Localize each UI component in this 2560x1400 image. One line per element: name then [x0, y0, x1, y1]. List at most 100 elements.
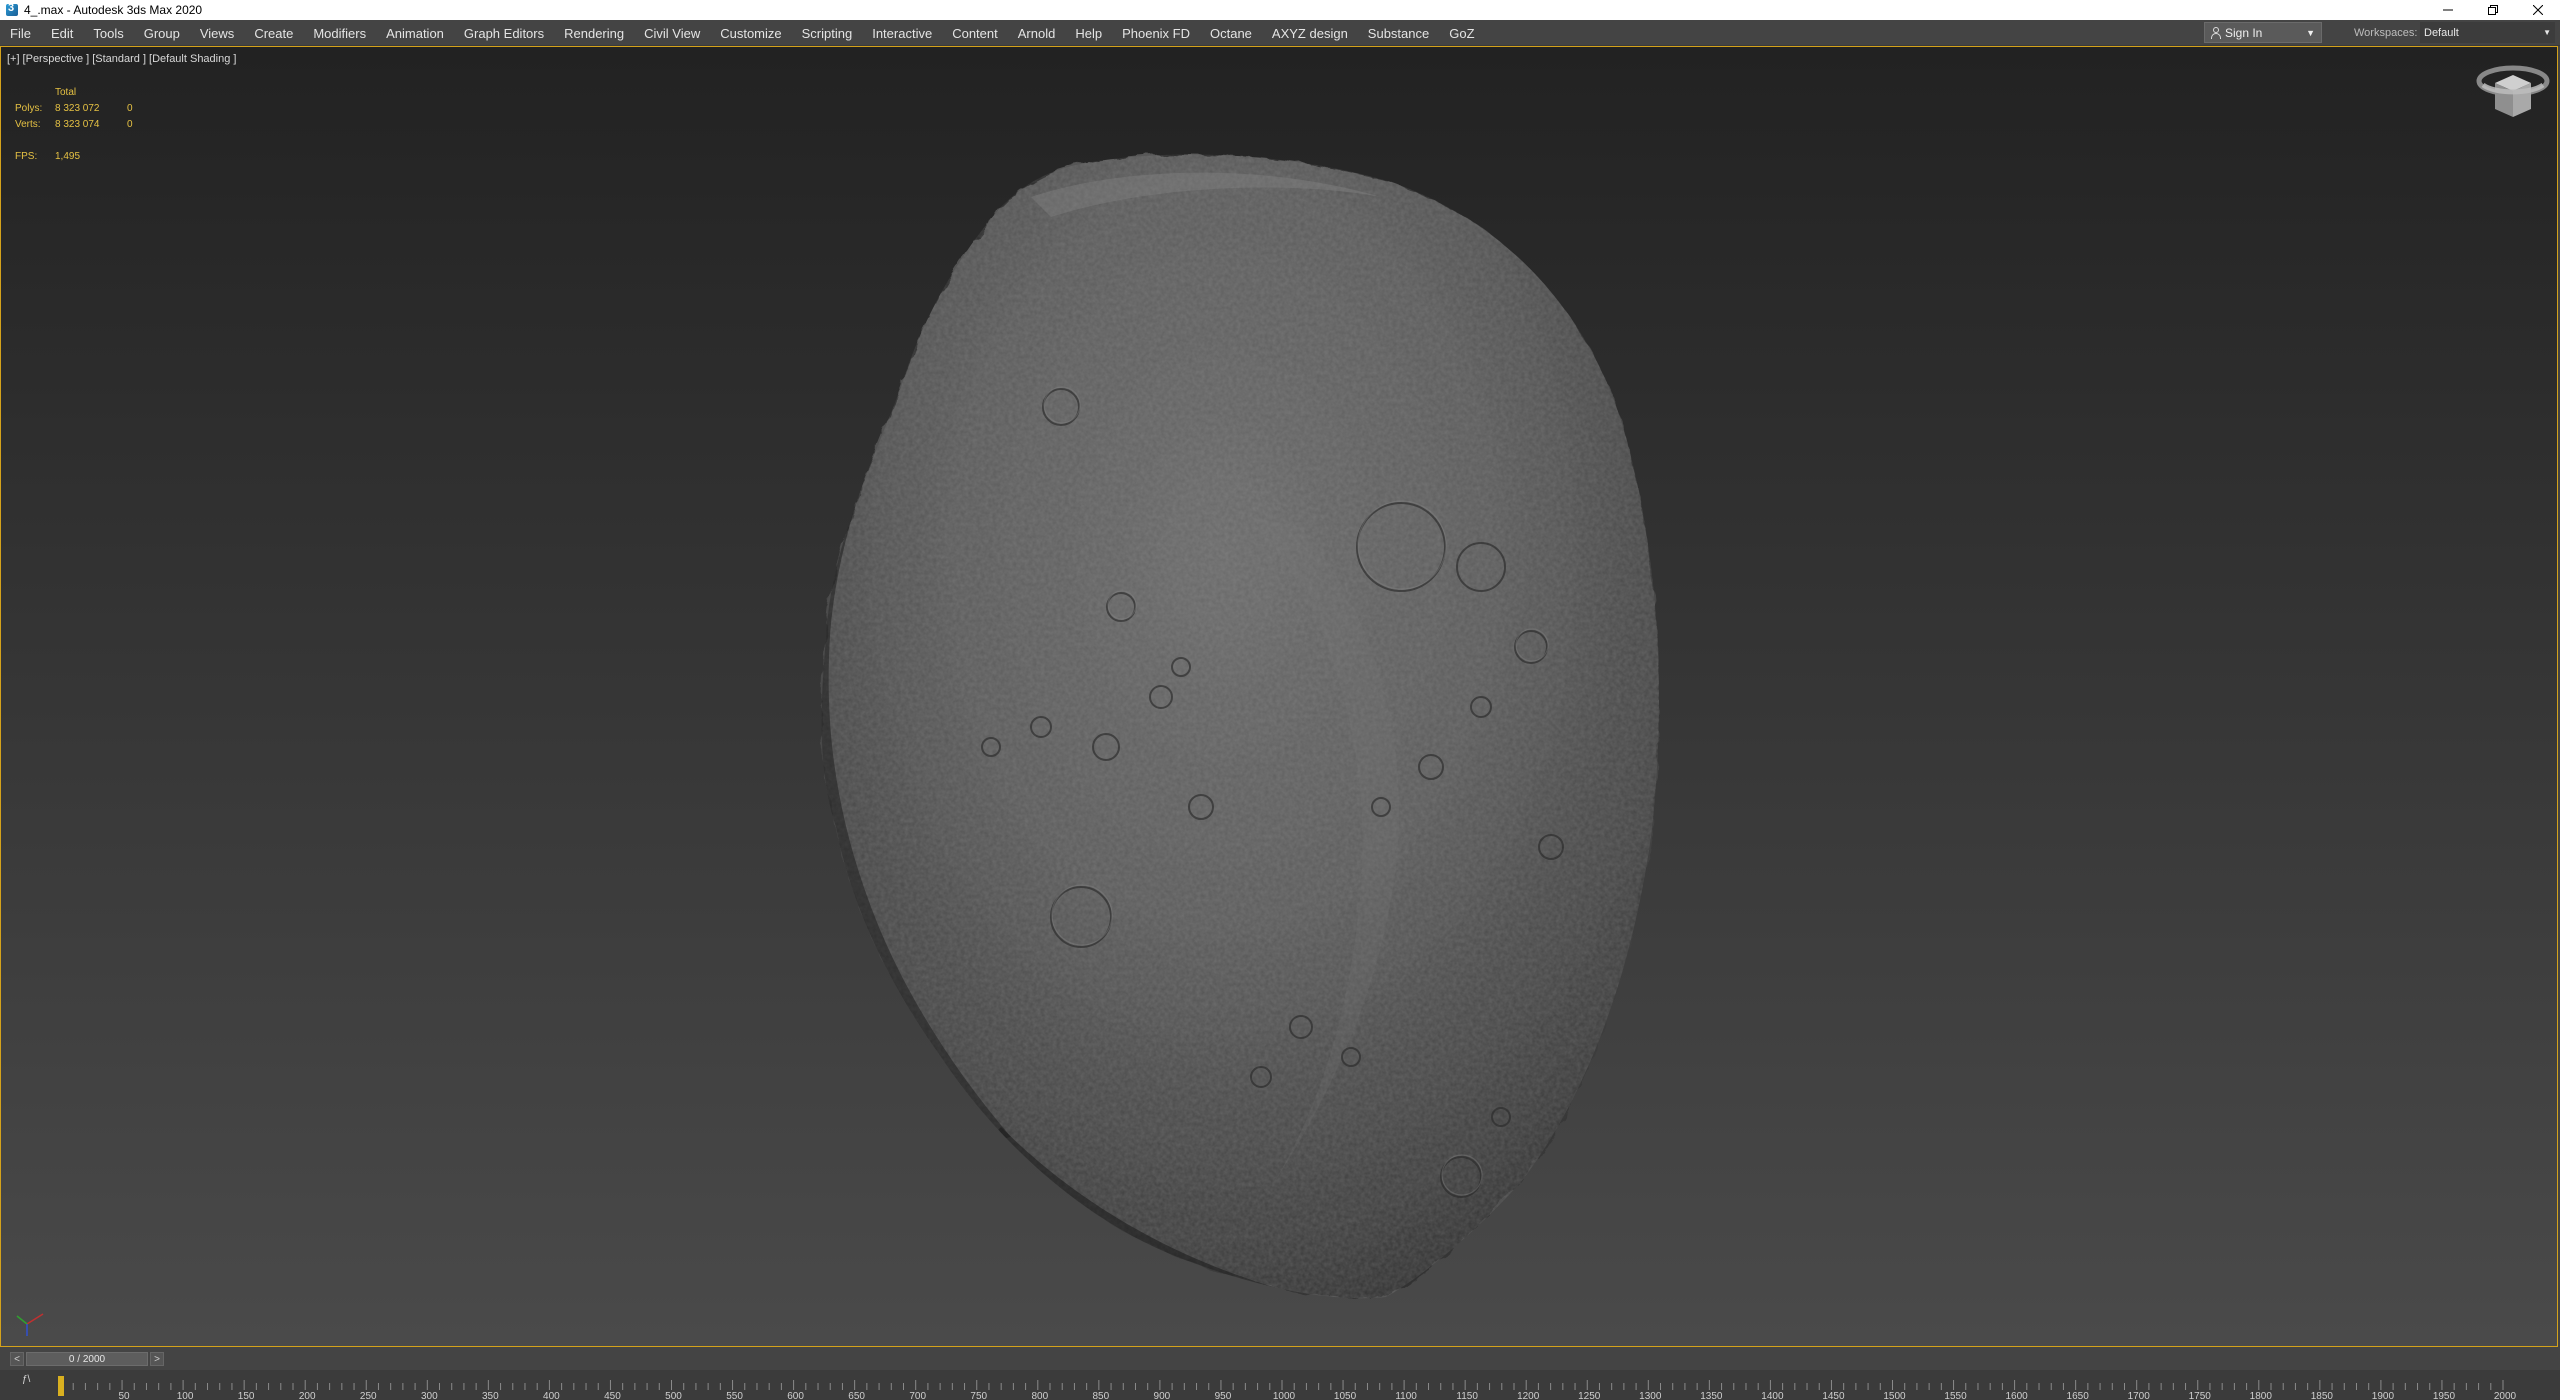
menu-axyz-design[interactable]: AXYZ design [1262, 21, 1358, 45]
ruler-label: 850 [1093, 1391, 1110, 1400]
3dsmax-app-icon[interactable] [6, 2, 18, 16]
workspaces-label: Workspaces: [2354, 26, 2418, 39]
time-slider-thumb[interactable]: 0 / 2000 [26, 1352, 148, 1366]
ruler-label: 1350 [1700, 1391, 1723, 1400]
frame-ruler[interactable]: 50 100 150 200 250 300 350 400 450 500 550 600 650 70… [0, 1370, 2560, 1400]
time-slider: < 0 / 2000 > [0, 1348, 2560, 1370]
window-controls [2425, 0, 2560, 20]
menu-edit[interactable]: Edit [41, 21, 83, 45]
viewport-label-2[interactable]: [Standard ] [92, 53, 146, 65]
key-filter-icon[interactable]: ƒ\ [22, 1374, 30, 1385]
ruler-label: 1750 [2189, 1391, 2212, 1400]
menu-graph-editors[interactable]: Graph Editors [454, 21, 554, 45]
ruler-label: 650 [848, 1391, 865, 1400]
menu-interactive[interactable]: Interactive [862, 21, 942, 45]
window-title-bar: 4_.max - Autodesk 3ds Max 2020 [0, 0, 2560, 20]
workspace-select[interactable]: Default ▼ [2420, 22, 2555, 43]
verts-selected: 0 [127, 119, 133, 130]
polys-label: Polys: [15, 103, 43, 114]
user-icon [2211, 26, 2221, 39]
menu-octane[interactable]: Octane [1200, 21, 1262, 45]
viewport-label-menu[interactable]: [+] [Perspective ] [Standard ] [Default Sha… [7, 53, 239, 65]
menu-arnold[interactable]: Arnold [1008, 21, 1066, 45]
sign-in-dropdown[interactable]: Sign In ▼ [2204, 22, 2322, 43]
ruler-label: 1500 [1883, 1391, 1906, 1400]
time-slider-prev-button[interactable]: < [10, 1352, 24, 1366]
polys-value: 8 323 072 [55, 103, 100, 114]
ruler-label: 1900 [2372, 1391, 2395, 1400]
ruler-label: 550 [726, 1391, 743, 1400]
ruler-label: 900 [1154, 1391, 1171, 1400]
ruler-label: 1200 [1517, 1391, 1540, 1400]
menu-scripting[interactable]: Scripting [792, 21, 863, 45]
ruler-label: 1050 [1334, 1391, 1357, 1400]
ruler-label: 800 [1031, 1391, 1048, 1400]
menu-group[interactable]: Group [134, 21, 190, 45]
restore-icon [2487, 5, 2498, 15]
perspective-viewport[interactable]: [+] [Perspective ] [Standard ] [Default Sha… [0, 46, 2558, 1347]
ruler-label: 1000 [1273, 1391, 1296, 1400]
menu-phoenix-fd[interactable]: Phoenix FD [1112, 21, 1200, 45]
viewport-label-0[interactable]: [+] [7, 53, 20, 65]
close-icon [2532, 5, 2543, 15]
ruler-label: 700 [909, 1391, 926, 1400]
restore-button[interactable] [2470, 0, 2515, 20]
ruler-label: 1800 [2250, 1391, 2273, 1400]
rock-mesh[interactable] [1, 47, 2558, 1347]
ruler-label: 350 [482, 1391, 499, 1400]
viewport-label-1[interactable]: [Perspective ] [23, 53, 90, 65]
menu-civil-view[interactable]: Civil View [634, 21, 710, 45]
ruler-label: 300 [421, 1391, 438, 1400]
ruler-label: 150 [238, 1391, 255, 1400]
ruler-label: 100 [177, 1391, 194, 1400]
menu-modifiers[interactable]: Modifiers [303, 21, 376, 45]
menu-rendering[interactable]: Rendering [554, 21, 634, 45]
viewcube-icon[interactable] [2475, 61, 2551, 127]
ruler-label: 750 [970, 1391, 987, 1400]
menu-content[interactable]: Content [942, 21, 1008, 45]
scene-statistics: Total Polys: 8 323 072 0 Verts: 8 323 07… [15, 85, 147, 165]
menu-goz[interactable]: GoZ [1439, 21, 1484, 45]
menu-help[interactable]: Help [1065, 21, 1112, 45]
ruler-label: 1300 [1639, 1391, 1662, 1400]
close-button[interactable] [2515, 0, 2560, 20]
ruler-label: 1150 [1456, 1391, 1478, 1400]
window-title: 4_.max - Autodesk 3ds Max 2020 [24, 3, 203, 17]
minimize-icon [2442, 9, 2453, 11]
ruler-label: 50 [118, 1391, 130, 1400]
ruler-label: 1400 [1761, 1391, 1784, 1400]
main-menu-bar: File Edit Tools Group Views Create Modifiers An… [0, 21, 2560, 46]
menu-animation[interactable]: Animation [376, 21, 454, 45]
ruler-label: 1850 [2311, 1391, 2334, 1400]
polys-selected: 0 [127, 103, 133, 114]
sign-in-label: Sign In [2225, 25, 2263, 40]
ruler-label: 1250 [1578, 1391, 1601, 1400]
ruler-label: 1600 [2005, 1391, 2028, 1400]
axis-tripod-icon [16, 1313, 44, 1336]
time-slider-next-button[interactable]: > [150, 1352, 164, 1366]
ruler-label: 950 [1215, 1391, 1232, 1400]
track-bar[interactable]: 50 100 150 200 250 300 350 400 450 500 550 600 650 70… [0, 1370, 2560, 1400]
ruler-label: 1550 [1944, 1391, 1967, 1400]
menu-create[interactable]: Create [244, 21, 303, 45]
ruler-label: 600 [787, 1391, 804, 1400]
ruler-label: 500 [665, 1391, 682, 1400]
menu-views[interactable]: Views [190, 21, 244, 45]
ruler-label: 1450 [1822, 1391, 1845, 1400]
current-frame-marker[interactable] [58, 1376, 64, 1396]
menu-substance[interactable]: Substance [1358, 21, 1439, 45]
ruler-label: 1650 [2067, 1391, 2090, 1400]
workspace-value: Default [2424, 26, 2459, 39]
ruler-label: 1950 [2433, 1391, 2456, 1400]
stats-header: Total [55, 87, 77, 98]
menu-customize[interactable]: Customize [710, 21, 791, 45]
minimize-button[interactable] [2425, 0, 2470, 20]
fps-value: 1,495 [55, 151, 81, 162]
chevron-down-icon: ▼ [2306, 27, 2315, 38]
menu-file[interactable]: File [0, 21, 41, 45]
menu-tools[interactable]: Tools [83, 21, 133, 45]
fps-label: FPS: [15, 151, 38, 162]
ruler-label: 400 [543, 1391, 560, 1400]
viewport-label-3[interactable]: [Default Shading ] [149, 53, 236, 65]
ruler-label: 450 [604, 1391, 621, 1400]
